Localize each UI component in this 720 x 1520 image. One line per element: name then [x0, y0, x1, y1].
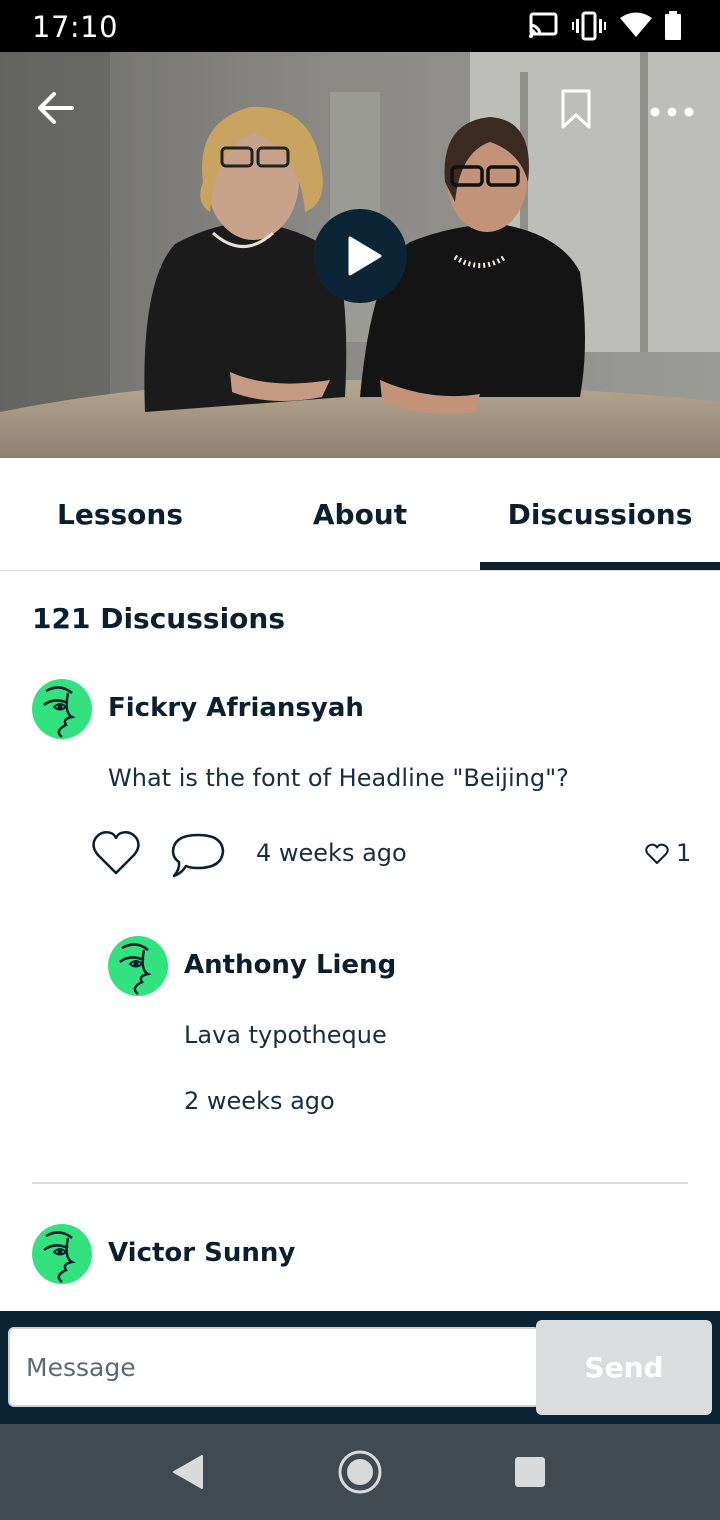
- cast-icon: [528, 11, 558, 43]
- message-input[interactable]: [8, 1327, 540, 1407]
- reply-avatar[interactable]: [108, 936, 168, 996]
- discussions-count-title: 121 Discussions: [32, 602, 285, 635]
- nav-recents-icon[interactable]: [514, 1456, 546, 1492]
- tab-bar: Lessons About Discussions: [0, 458, 720, 571]
- tab-lessons[interactable]: Lessons: [0, 458, 240, 570]
- reply-text: Lava typotheque: [184, 1021, 387, 1049]
- tab-about[interactable]: About: [240, 458, 480, 570]
- nav-home-icon[interactable]: [337, 1449, 383, 1499]
- likes-count-heart-icon: [645, 843, 669, 869]
- send-button[interactable]: Send: [536, 1320, 712, 1415]
- thread-divider: [32, 1182, 688, 1184]
- tab-lessons-label: Lessons: [57, 497, 183, 531]
- comment-timestamp: 4 weeks ago: [256, 839, 407, 867]
- avatar[interactable]: [32, 1224, 92, 1284]
- likes-count: 1: [676, 839, 692, 867]
- bookmark-icon[interactable]: [560, 88, 592, 134]
- comment-text: What is the font of Headline "Beijing"?: [108, 764, 569, 792]
- nav-back-icon[interactable]: [172, 1454, 204, 1494]
- battery-icon: [664, 11, 682, 45]
- course-video[interactable]: [0, 52, 720, 458]
- reply-timestamp: 2 weeks ago: [184, 1087, 335, 1115]
- play-icon: [348, 236, 382, 276]
- avatar[interactable]: [32, 679, 92, 739]
- comment-author[interactable]: Victor Sunny: [108, 1238, 295, 1268]
- reply-author[interactable]: Anthony Lieng: [184, 950, 396, 980]
- tab-discussions-label: Discussions: [507, 497, 693, 531]
- vibrate-icon: [572, 11, 606, 45]
- like-heart-icon[interactable]: [90, 829, 142, 881]
- status-bar: 17:10: [0, 0, 720, 52]
- back-arrow-icon[interactable]: [36, 90, 76, 130]
- reply-comment-icon[interactable]: [170, 831, 226, 883]
- system-nav-bar: [0, 1424, 720, 1520]
- status-time: 17:10: [32, 10, 119, 44]
- tab-discussions[interactable]: Discussions: [480, 458, 720, 570]
- message-composer: Send: [0, 1311, 720, 1424]
- play-button[interactable]: [313, 209, 407, 303]
- tab-about-label: About: [312, 497, 408, 531]
- active-tab-indicator: [480, 562, 720, 570]
- more-options-icon[interactable]: [650, 103, 694, 122]
- comment-author[interactable]: Fickry Afriansyah: [108, 693, 364, 723]
- wifi-icon: [620, 11, 652, 43]
